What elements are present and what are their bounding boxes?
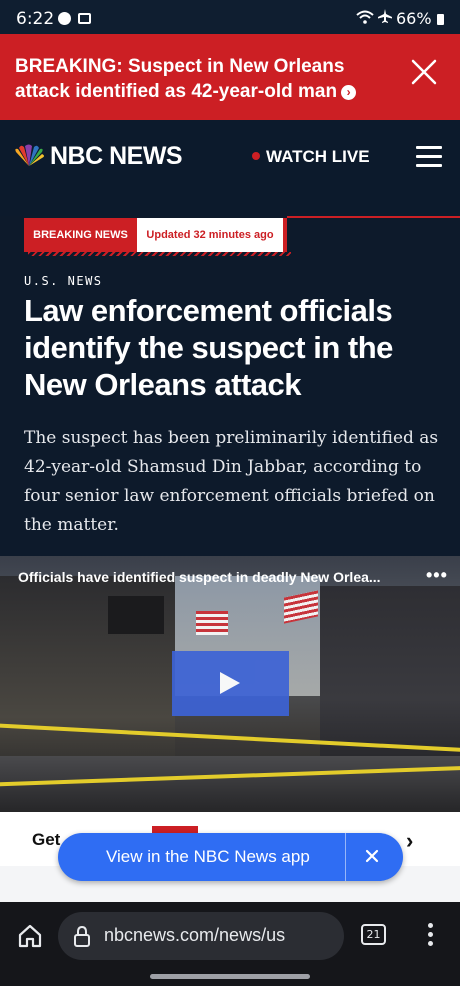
video-scene-flag	[108, 596, 164, 634]
video-scene-us-flag	[196, 611, 228, 635]
play-button[interactable]	[172, 651, 289, 716]
video-title: Officials have identified suspect in dea…	[18, 569, 381, 585]
news-notification-icon	[78, 13, 91, 24]
article-dek: The suspect has been preliminarily ident…	[24, 428, 439, 535]
home-icon[interactable]	[16, 922, 44, 950]
breaking-alert-link[interactable]: BREAKING: Suspect in New Orleans attack …	[15, 54, 395, 104]
live-dot-icon	[252, 152, 260, 160]
article-header: BREAKING NEWS Updated 32 minutes ago U.S…	[0, 216, 460, 556]
airplane-mode-icon	[377, 8, 393, 29]
nbc-news-logo[interactable]: NBC NEWS	[12, 142, 202, 172]
play-icon	[220, 672, 240, 694]
site-header: NBC NEWS WATCH LIVE	[0, 120, 460, 216]
teaser-text: Get	[32, 830, 61, 849]
section-label[interactable]: U.S. NEWS	[24, 274, 103, 288]
article-headline: Law enforcement officials identify the s…	[24, 293, 393, 402]
chevron-right-icon[interactable]: ›	[406, 828, 413, 854]
address-bar[interactable]: nbcnews.com/news/us	[58, 912, 344, 960]
video-player[interactable]: Officials have identified suspect in dea…	[0, 556, 460, 812]
breaking-news-badge: BREAKING NEWS	[24, 218, 137, 252]
divider	[345, 833, 346, 881]
video-scene-street	[0, 756, 460, 812]
battery-percent: 66%	[396, 9, 432, 28]
open-in-app-label[interactable]: View in the NBC News app	[106, 847, 310, 867]
divider	[287, 216, 460, 218]
tab-switcher-button[interactable]: 21	[361, 924, 386, 945]
close-icon[interactable]	[408, 56, 440, 88]
more-options-icon[interactable]: •••	[426, 565, 448, 586]
open-in-app-banner[interactable]: View in the NBC News app	[58, 833, 403, 881]
status-bar: 6:22 66%	[0, 0, 460, 34]
battery-icon	[437, 14, 444, 25]
status-time: 6:22	[16, 9, 55, 29]
browser-toolbar: nbcnews.com/news/us 21	[0, 902, 460, 986]
close-icon[interactable]	[360, 844, 384, 868]
logo-text: NBC NEWS	[50, 142, 183, 170]
watch-live-button[interactable]: WATCH LIVE	[252, 147, 370, 167]
overflow-menu-icon[interactable]	[428, 923, 434, 947]
hamburger-menu-icon[interactable]	[416, 146, 442, 168]
gesture-handle	[150, 974, 310, 979]
lock-icon[interactable]	[72, 925, 92, 947]
badge-stripes	[28, 252, 291, 256]
chevron-right-icon: ›	[341, 85, 357, 100]
messenger-icon	[58, 12, 71, 25]
watch-live-label: WATCH LIVE	[266, 147, 370, 166]
url-text[interactable]: nbcnews.com/news/us	[104, 925, 320, 946]
breaking-alert-text: BREAKING: Suspect in New Orleans attack …	[15, 56, 345, 102]
breaking-alert-banner[interactable]: BREAKING: Suspect in New Orleans attack …	[0, 34, 460, 120]
updated-badge: Updated 32 minutes ago	[137, 218, 287, 252]
wifi-icon	[356, 10, 374, 27]
peacock-icon	[15, 144, 44, 166]
